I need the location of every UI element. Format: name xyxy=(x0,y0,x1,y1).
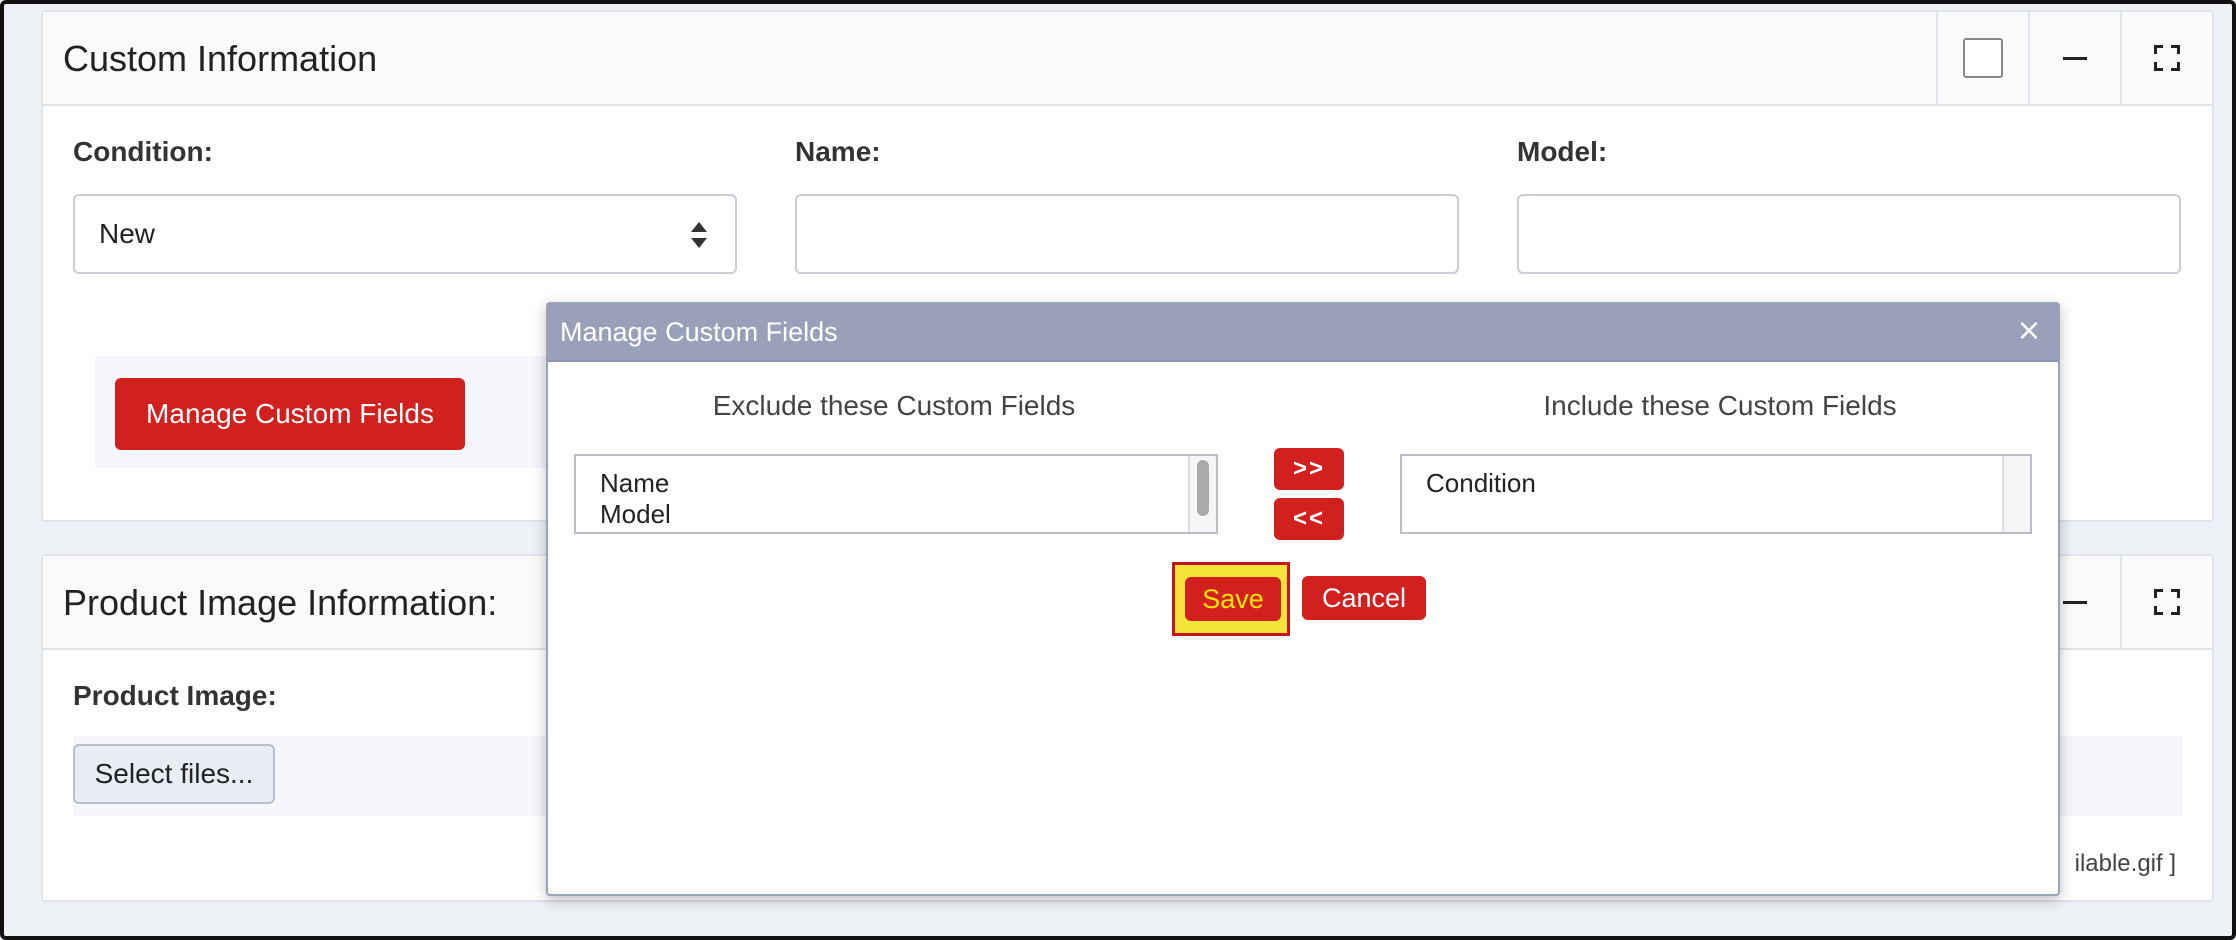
select-files-button[interactable]: Select files... xyxy=(73,744,275,804)
manage-custom-fields-button[interactable]: Manage Custom Fields xyxy=(115,378,465,450)
condition-label: Condition: xyxy=(73,136,213,167)
add-field-button[interactable]: >> xyxy=(1274,448,1344,490)
product-image-label: Product Image: xyxy=(73,680,277,711)
list-item[interactable]: Condition xyxy=(1426,468,2030,499)
dialog-title: Manage Custom Fields xyxy=(560,317,838,347)
file-name-note: ilable.gif ] xyxy=(2074,850,2176,877)
list-item[interactable]: Model xyxy=(600,499,1216,530)
model-input[interactable] xyxy=(1517,194,2181,274)
expand-icon xyxy=(2154,589,2180,615)
save-button[interactable]: Save xyxy=(1185,577,1281,621)
condition-selected-value: New xyxy=(99,218,156,249)
exclude-heading: Exclude these Custom Fields xyxy=(712,390,1076,421)
scrollbar-thumb[interactable] xyxy=(1197,460,1209,516)
close-icon[interactable]: × xyxy=(2012,314,2046,348)
scrollbar[interactable] xyxy=(2002,456,2030,532)
manage-custom-fields-dialog: Manage Custom Fields × Exclude these Cus… xyxy=(546,302,2060,896)
scrollbar[interactable] xyxy=(1188,456,1216,532)
select-arrows-icon xyxy=(691,222,707,248)
custom-information-header: Custom Information xyxy=(43,12,2212,106)
exclude-fields-list[interactable]: Name Model xyxy=(574,454,1218,534)
include-fields-list[interactable]: Condition xyxy=(1400,454,2032,534)
checkbox-icon xyxy=(1963,38,2003,78)
product-image-title: Product Image Information: xyxy=(63,582,498,623)
collapse-card-button[interactable] xyxy=(2028,12,2120,104)
minus-icon xyxy=(2063,56,2087,60)
cancel-button[interactable]: Cancel xyxy=(1302,576,1426,620)
dialog-titlebar[interactable]: Manage Custom Fields × xyxy=(548,304,2058,362)
list-item[interactable]: Name xyxy=(600,468,1216,499)
condition-select[interactable]: New xyxy=(73,194,737,274)
save-highlight-box: Save xyxy=(1172,562,1290,636)
model-label: Model: xyxy=(1517,136,1608,167)
minus-icon xyxy=(2063,600,2087,604)
include-heading: Include these Custom Fields xyxy=(1543,390,1897,421)
custom-information-title: Custom Information xyxy=(63,38,378,79)
name-input[interactable] xyxy=(795,194,1459,274)
select-card-checkbox[interactable] xyxy=(1936,12,2028,104)
remove-field-button[interactable]: << xyxy=(1274,498,1344,540)
fullscreen-card-button[interactable] xyxy=(2120,12,2212,104)
name-label: Name: xyxy=(795,136,881,167)
fullscreen-product-card-button[interactable] xyxy=(2120,556,2212,648)
expand-icon xyxy=(2154,45,2180,71)
